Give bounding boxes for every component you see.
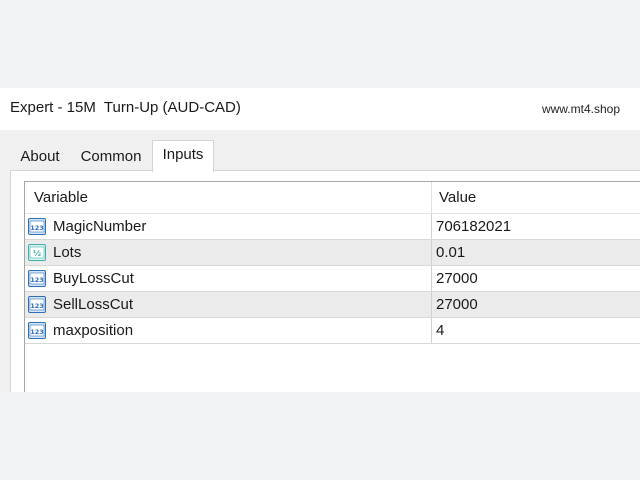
site-watermark: www.mt4.shop <box>541 102 620 116</box>
table-row[interactable]: ½ Lots 0.01 <box>25 240 640 266</box>
variable-value[interactable]: 0.01 <box>436 240 465 265</box>
integer-type-icon: 123 <box>28 218 46 235</box>
tab-inputs[interactable]: Inputs <box>152 140 214 172</box>
variable-value[interactable]: 4 <box>436 318 444 343</box>
column-divider <box>431 214 432 239</box>
column-divider <box>431 240 432 265</box>
variable-name: MagicNumber <box>53 218 147 235</box>
column-header-value[interactable]: Value <box>439 182 476 213</box>
table-header: Variable Value <box>25 182 640 214</box>
window-title: Expert - 15M Turn-Up (AUD-CAD) <box>10 99 241 116</box>
tab-about[interactable]: About <box>12 144 68 170</box>
type-icon-text: 123 <box>30 302 44 310</box>
tab-common[interactable]: Common <box>72 144 150 170</box>
type-icon-text: 123 <box>30 328 44 336</box>
variable-name: SellLossCut <box>53 296 134 313</box>
variable-value[interactable]: 706182021 <box>436 214 511 239</box>
type-icon-text: 123 <box>30 276 44 284</box>
type-icon-text: ½ <box>33 248 41 258</box>
integer-type-icon: 123 <box>28 270 46 287</box>
variable-value[interactable]: 27000 <box>436 266 478 291</box>
column-divider <box>431 292 432 317</box>
variable-name: BuyLossCut <box>53 270 134 287</box>
type-icon-text: 123 <box>30 224 44 232</box>
variable-name: maxposition <box>53 322 134 339</box>
integer-type-icon: 123 <box>28 322 46 339</box>
integer-type-icon: 123 <box>28 296 46 313</box>
double-type-icon: ½ <box>28 244 46 261</box>
expert-properties-dialog: Expert - 15M Turn-Up (AUD-CAD) www.mt4.s… <box>0 88 640 392</box>
variable-value[interactable]: 27000 <box>436 292 478 317</box>
column-divider <box>431 266 432 291</box>
table-row[interactable]: 123 MagicNumber 706182021 <box>25 214 640 240</box>
inputs-table: Variable Value 123 MagicNumber 706182021 ½ L… <box>24 181 640 392</box>
column-divider <box>431 318 432 343</box>
variable-name: Lots <box>53 244 82 261</box>
column-header-variable[interactable]: Variable <box>34 182 88 213</box>
dialog-body: About Common Inputs Variable Value 123 Ma… <box>0 130 640 392</box>
inputs-panel: Variable Value 123 MagicNumber 706182021 ½ L… <box>10 170 640 392</box>
table-row[interactable]: 123 maxposition 4 <box>25 318 640 344</box>
title-bar[interactable]: Expert - 15M Turn-Up (AUD-CAD) www.mt4.s… <box>0 88 640 130</box>
table-row[interactable]: 123 BuyLossCut 27000 <box>25 266 640 292</box>
column-divider[interactable] <box>431 182 432 213</box>
table-row[interactable]: 123 SellLossCut 27000 <box>25 292 640 318</box>
